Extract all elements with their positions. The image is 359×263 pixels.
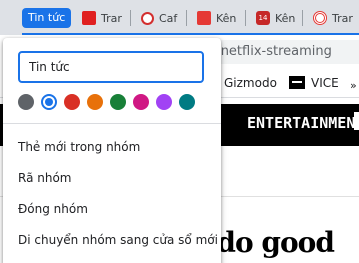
tab-gamek[interactable]: Trar [82, 6, 122, 30]
color-swatch-orange[interactable] [87, 94, 103, 110]
menu-item-new-tab-in-group[interactable]: Thẻ mới trong nhóm [18, 140, 140, 154]
color-swatch-grey[interactable] [18, 94, 34, 110]
tab-cafef[interactable]: Caf [141, 6, 177, 30]
menu-item-ungroup[interactable]: Rã nhóm [18, 171, 71, 185]
tab-group-chip[interactable]: Tin tức [22, 8, 72, 28]
tab-separator [130, 10, 131, 26]
tab-kenh-1[interactable]: Kên [197, 6, 236, 30]
news-ring-icon [313, 11, 327, 25]
menu-item-move-group-to-new-window[interactable]: Di chuyển nhóm sang cửa sổ mới [18, 233, 218, 247]
tab-separator [245, 10, 246, 26]
color-swatch-green[interactable] [110, 94, 126, 110]
tab-title: Trar [101, 11, 122, 25]
cafef-icon [141, 11, 154, 25]
tab-title: Trar [332, 11, 353, 25]
color-swatch-blue[interactable] [41, 94, 57, 110]
tab-news[interactable]: Trar [313, 6, 353, 30]
address-bar-url: -netflix-streaming [216, 44, 332, 59]
bookmarks-overflow-icon[interactable]: » [350, 79, 357, 92]
kenh14-news-icon [197, 11, 211, 25]
tab-separator [186, 10, 187, 26]
nav-next-item [354, 112, 359, 130]
gamek-icon [82, 11, 96, 25]
tab-kenh-2[interactable]: 14 Kên [256, 6, 295, 30]
color-swatch-cyan[interactable] [179, 94, 195, 110]
kenh14-icon: 14 [256, 11, 270, 25]
bookmark-gizmodo[interactable]: Gizmodo [224, 76, 277, 90]
tab-title: Kên [275, 11, 296, 25]
bookmark-vice[interactable]: VICE [311, 76, 339, 90]
menu-separator [3, 123, 221, 124]
tab-group-menu: Thẻ mới trong nhóm Rã nhóm Đóng nhóm Di … [3, 38, 221, 263]
nav-entertainment-link[interactable]: ENTERTAINMENT [247, 114, 359, 132]
color-swatch-red[interactable] [64, 94, 80, 110]
group-color-picker [18, 94, 195, 110]
color-swatch-pink[interactable] [133, 94, 149, 110]
group-name-input[interactable] [18, 51, 204, 83]
tab-title: Caf [159, 11, 178, 25]
menu-item-close-group[interactable]: Đóng nhóm [18, 202, 88, 216]
color-swatch-purple[interactable] [156, 94, 172, 110]
tab-title: Kên [216, 11, 237, 25]
tab-separator [302, 10, 303, 26]
vice-icon [289, 76, 305, 89]
